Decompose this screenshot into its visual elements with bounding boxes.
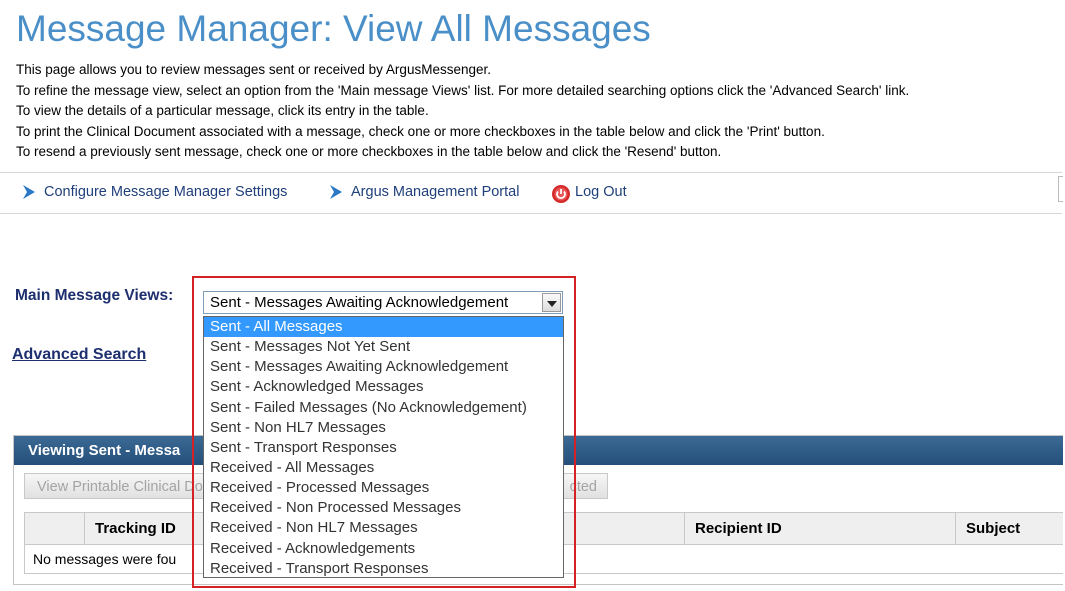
dropdown-option[interactable]: Received - Non HL7 Messages bbox=[204, 518, 563, 538]
intro-text: This page allows you to review messages … bbox=[16, 60, 909, 163]
view-printable-button[interactable]: View Printable Clinical Do bbox=[24, 473, 204, 499]
dropdown-option[interactable]: Received - Non Processed Messages bbox=[204, 498, 563, 518]
intro-line: This page allows you to review messages … bbox=[16, 62, 491, 77]
dropdown-option[interactable]: Sent - Failed Messages (No Acknowledgeme… bbox=[204, 398, 563, 418]
log-out-label: Log Out bbox=[575, 184, 627, 200]
main-views-label: Main Message Views: bbox=[15, 287, 174, 304]
log-out-link[interactable]: Log Out bbox=[551, 184, 627, 203]
main-views-select[interactable]: Sent - Messages Awaiting Acknowledgement bbox=[203, 291, 563, 314]
dropdown-option[interactable]: Sent - Messages Awaiting Acknowledgement bbox=[204, 357, 563, 377]
page-title: Message Manager: View All Messages bbox=[16, 8, 651, 49]
chevron-right-icon bbox=[327, 184, 347, 200]
configure-settings-link[interactable]: Configure Message Manager Settings bbox=[20, 184, 287, 200]
recipient-id-header[interactable]: Recipient ID bbox=[684, 513, 955, 544]
chevron-down-icon[interactable] bbox=[542, 293, 561, 312]
intro-line: To resend a previously sent message, che… bbox=[16, 144, 722, 159]
dropdown-option[interactable]: Sent - Transport Responses bbox=[204, 438, 563, 458]
dropdown-option[interactable]: Sent - Non HL7 Messages bbox=[204, 418, 563, 438]
subject-header[interactable]: Subject bbox=[955, 513, 1064, 544]
dropdown-option[interactable]: Sent - Messages Not Yet Sent bbox=[204, 337, 563, 357]
dropdown-option[interactable]: Sent - Acknowledged Messages bbox=[204, 377, 563, 397]
intro-line: To print the Clinical Document associate… bbox=[16, 123, 825, 139]
dropdown-option[interactable]: Received - All Messages bbox=[204, 458, 563, 478]
configure-settings-label: Configure Message Manager Settings bbox=[44, 184, 288, 200]
edge-control bbox=[1058, 176, 1063, 202]
checkbox-column-header[interactable] bbox=[25, 513, 84, 544]
intro-line: To view the details of a particular mess… bbox=[16, 103, 429, 118]
dropdown-option[interactable]: Received - Transport Responses bbox=[204, 559, 563, 579]
power-icon bbox=[551, 184, 571, 203]
panel-title: Viewing Sent - Messa bbox=[28, 442, 181, 459]
advanced-search-link[interactable]: Advanced Search bbox=[12, 346, 146, 364]
main-views-selected-value: Sent - Messages Awaiting Acknowledgement bbox=[210, 294, 509, 311]
dropdown-option[interactable]: Received - Processed Messages bbox=[204, 478, 563, 498]
intro-line: To refine the message view, select an op… bbox=[16, 82, 910, 98]
main-views-dropdown-list: Sent - All Messages Sent - Messages Not Y… bbox=[203, 316, 564, 578]
top-links-bar: Configure Message Manager Settings Argus… bbox=[0, 172, 1062, 214]
chevron-right-icon bbox=[20, 184, 40, 200]
dropdown-option[interactable]: Sent - All Messages bbox=[204, 317, 563, 338]
management-portal-link[interactable]: Argus Management Portal bbox=[327, 184, 519, 200]
management-portal-label: Argus Management Portal bbox=[351, 184, 520, 200]
dropdown-option[interactable]: Received - Acknowledgements bbox=[204, 539, 563, 559]
